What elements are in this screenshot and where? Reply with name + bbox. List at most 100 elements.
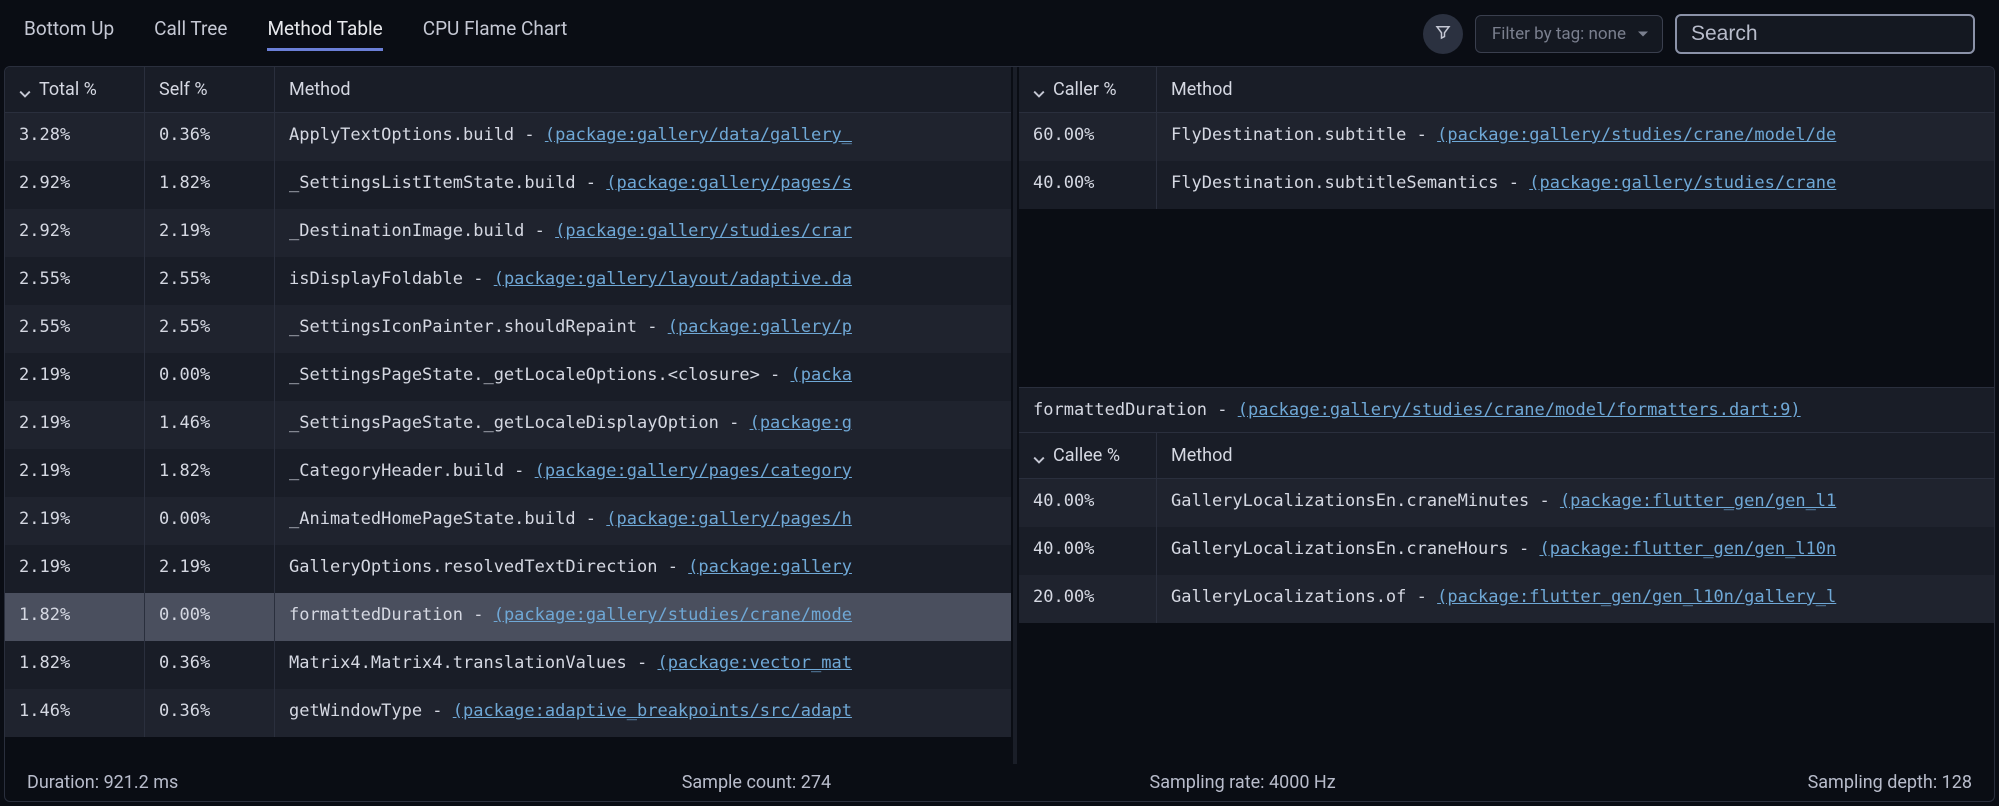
cell-method: _CategoryHeader.build - (package:gallery… xyxy=(275,449,1011,497)
cell-method: isDisplayFoldable - (package:gallery/lay… xyxy=(275,257,1011,305)
column-total-pct[interactable]: Total % xyxy=(5,67,145,112)
cell-total-pct: 2.55% xyxy=(5,257,145,305)
table-row[interactable]: 1.82%0.00%formattedDuration - (package:g… xyxy=(5,593,1011,641)
package-link[interactable]: (package:gallery/studies/crane/model/de xyxy=(1437,125,1836,145)
package-link[interactable]: (package:gallery/data/gallery_ xyxy=(545,125,852,145)
method-name: getWindowType - xyxy=(289,701,453,721)
package-link[interactable]: (package:gallery/studies/crar xyxy=(555,221,852,241)
table-row[interactable]: 60.00%FlyDestination.subtitle - (package… xyxy=(1019,113,1994,161)
selected-method-name: formattedDuration xyxy=(1033,400,1207,420)
table-row[interactable]: 2.92%2.19%_DestinationImage.build - (pac… xyxy=(5,209,1011,257)
table-row[interactable]: 1.82%0.36%Matrix4.Matrix4.translationVal… xyxy=(5,641,1011,689)
callee-table-body[interactable]: 40.00% GalleryLocalizationsEn.craneMinute… xyxy=(1019,479,1994,764)
package-link[interactable]: (package:vector_mat xyxy=(657,653,851,673)
table-row[interactable]: 2.55%2.55%_SettingsIconPainter.shouldRep… xyxy=(5,305,1011,353)
column-callee-pct[interactable]: Callee % xyxy=(1019,433,1157,478)
cell-self-pct: 0.36% xyxy=(145,689,275,737)
tab-bottom-up[interactable]: Bottom Up xyxy=(24,17,114,51)
cell-self-pct: 2.19% xyxy=(145,545,275,593)
package-link[interactable]: (package:gallery/studies/crane/mode xyxy=(494,605,852,625)
cell-method: _SettingsListItemState.build - (package:… xyxy=(275,161,1011,209)
column-label: Method xyxy=(1171,79,1232,100)
column-label: Method xyxy=(1171,445,1232,466)
cell-self-pct: 2.19% xyxy=(145,209,275,257)
cell-total-pct: 1.82% xyxy=(5,641,145,689)
table-row[interactable]: 2.19%1.82%_CategoryHeader.build - (packa… xyxy=(5,449,1011,497)
cell-method: _SettingsPageState._getLocaleDisplayOpti… xyxy=(275,401,1011,449)
table-row[interactable]: 40.00%FlyDestination.subtitleSemantics -… xyxy=(1019,161,1994,209)
status-rate: Sampling rate: 4000 Hz xyxy=(1000,772,1486,793)
method-table-header: Total % Self % Method xyxy=(5,67,1011,113)
filter-tag-dropdown[interactable]: Filter by tag: none xyxy=(1475,15,1663,53)
table-row[interactable]: 40.00%GalleryLocalizationsEn.craneMinute… xyxy=(1019,479,1994,527)
method-name: FlyDestination.subtitle - xyxy=(1171,125,1437,145)
cell-self-pct: 1.46% xyxy=(145,401,275,449)
table-row[interactable]: 2.19%2.19%GalleryOptions.resolvedTextDir… xyxy=(5,545,1011,593)
package-link[interactable]: (package:flutter_gen/gen_l1 xyxy=(1560,491,1836,511)
package-link[interactable]: (package:gallery/layout/adaptive.da xyxy=(494,269,852,289)
cell-method: FlyDestination.subtitle - (package:galle… xyxy=(1157,113,1994,161)
package-link[interactable]: (packa xyxy=(791,365,852,385)
method-name: isDisplayFoldable - xyxy=(289,269,494,289)
method-name: _SettingsPageState._getLocaleDisplayOpti… xyxy=(289,413,750,433)
status-bar: Duration: 921.2 ms Sample count: 274 Sam… xyxy=(4,764,1995,802)
cell-method: GalleryOptions.resolvedTextDirection - (… xyxy=(275,545,1011,593)
method-name: ApplyTextOptions.build - xyxy=(289,125,545,145)
column-method[interactable]: Method xyxy=(275,67,1011,112)
method-name: _SettingsPageState._getLocaleOptions.<cl… xyxy=(289,365,791,385)
column-caller-pct[interactable]: Caller % xyxy=(1019,67,1157,112)
chevron-down-icon xyxy=(19,84,31,96)
cell-total-pct: 2.19% xyxy=(5,401,145,449)
search-input[interactable] xyxy=(1675,14,1975,54)
method-name: GalleryLocalizationsEn.craneMinutes - xyxy=(1171,491,1560,511)
cell-total-pct: 2.19% xyxy=(5,545,145,593)
column-self-pct[interactable]: Self % xyxy=(145,67,275,112)
filter-button[interactable] xyxy=(1423,14,1463,54)
tab-flame-chart[interactable]: CPU Flame Chart xyxy=(423,17,568,51)
cell-caller-pct: 60.00% xyxy=(1019,113,1157,161)
cell-self-pct: 0.00% xyxy=(145,593,275,641)
table-row[interactable]: 2.19%1.46% _SettingsPageState._getLocaleD… xyxy=(5,401,1011,449)
profiler-tabs: Bottom Up Call Tree Method Table CPU Fla… xyxy=(24,17,567,51)
method-name: _AnimatedHomePageState.build - xyxy=(289,509,606,529)
package-link[interactable]: (package:gallery xyxy=(688,557,852,577)
table-row[interactable]: 2.19%0.00%_SettingsPageState._getLocaleO… xyxy=(5,353,1011,401)
column-method[interactable]: Method xyxy=(1157,433,1994,478)
package-link[interactable]: (package:gallery/studies/crane xyxy=(1529,173,1836,193)
cell-method: _DestinationImage.build - (package:galle… xyxy=(275,209,1011,257)
cell-callee-pct: 40.00% xyxy=(1019,527,1157,575)
method-name: GalleryLocalizationsEn.craneHours - xyxy=(1171,539,1539,559)
method-name: _SettingsIconPainter.shouldRepaint - xyxy=(289,317,668,337)
table-row[interactable]: 3.28%0.36%ApplyTextOptions.build - (pack… xyxy=(5,113,1011,161)
caller-table-body[interactable]: 60.00%FlyDestination.subtitle - (package… xyxy=(1019,113,1994,387)
tab-method-table[interactable]: Method Table xyxy=(267,17,382,51)
package-link[interactable]: (package:flutter_gen/gen_l10n xyxy=(1539,539,1836,559)
cell-self-pct: 0.00% xyxy=(145,497,275,545)
table-row[interactable]: 20.00%GalleryLocalizations.of - (package… xyxy=(1019,575,1994,623)
package-link[interactable]: (package:adaptive_breakpoints/src/adapt xyxy=(453,701,852,721)
table-row[interactable]: 2.55%2.55%isDisplayFoldable - (package:g… xyxy=(5,257,1011,305)
toolbar: Bottom Up Call Tree Method Table CPU Fla… xyxy=(4,4,1995,66)
table-row[interactable]: 40.00% GalleryLocalizationsEn.craneHours … xyxy=(1019,527,1994,575)
column-label: Callee % xyxy=(1053,445,1120,466)
package-link[interactable]: (package:g xyxy=(750,413,852,433)
column-method[interactable]: Method xyxy=(1157,67,1994,112)
cell-method: Matrix4.Matrix4.translationValues - (pac… xyxy=(275,641,1011,689)
cell-method: getWindowType - (package:adaptive_breakp… xyxy=(275,689,1011,737)
panel-splitter[interactable] xyxy=(1013,67,1017,764)
selected-method-package-link[interactable]: (package:gallery/studies/crane/model/for… xyxy=(1238,400,1801,420)
cell-total-pct: 1.46% xyxy=(5,689,145,737)
table-row[interactable]: 2.19%0.00%_AnimatedHomePageState.build -… xyxy=(5,497,1011,545)
cell-method: _AnimatedHomePageState.build - (package:… xyxy=(275,497,1011,545)
package-link[interactable]: (package:gallery/pages/s xyxy=(606,173,852,193)
package-link[interactable]: (package:gallery/p xyxy=(668,317,852,337)
tab-call-tree[interactable]: Call Tree xyxy=(154,17,227,51)
package-link[interactable]: (package:gallery/pages/h xyxy=(606,509,852,529)
table-row[interactable]: 1.46%0.36%getWindowType - (package:adapt… xyxy=(5,689,1011,737)
method-table-body[interactable]: 3.28%0.36%ApplyTextOptions.build - (pack… xyxy=(5,113,1011,764)
package-link[interactable]: (package:gallery/pages/category xyxy=(535,461,852,481)
status-samples: Sample count: 274 xyxy=(513,772,999,793)
table-row[interactable]: 2.92%1.82%_SettingsListItemState.build -… xyxy=(5,161,1011,209)
package-link[interactable]: (package:flutter_gen/gen_l10n/gallery_l xyxy=(1437,587,1836,607)
caller-table-header: Caller % Method xyxy=(1019,67,1994,113)
